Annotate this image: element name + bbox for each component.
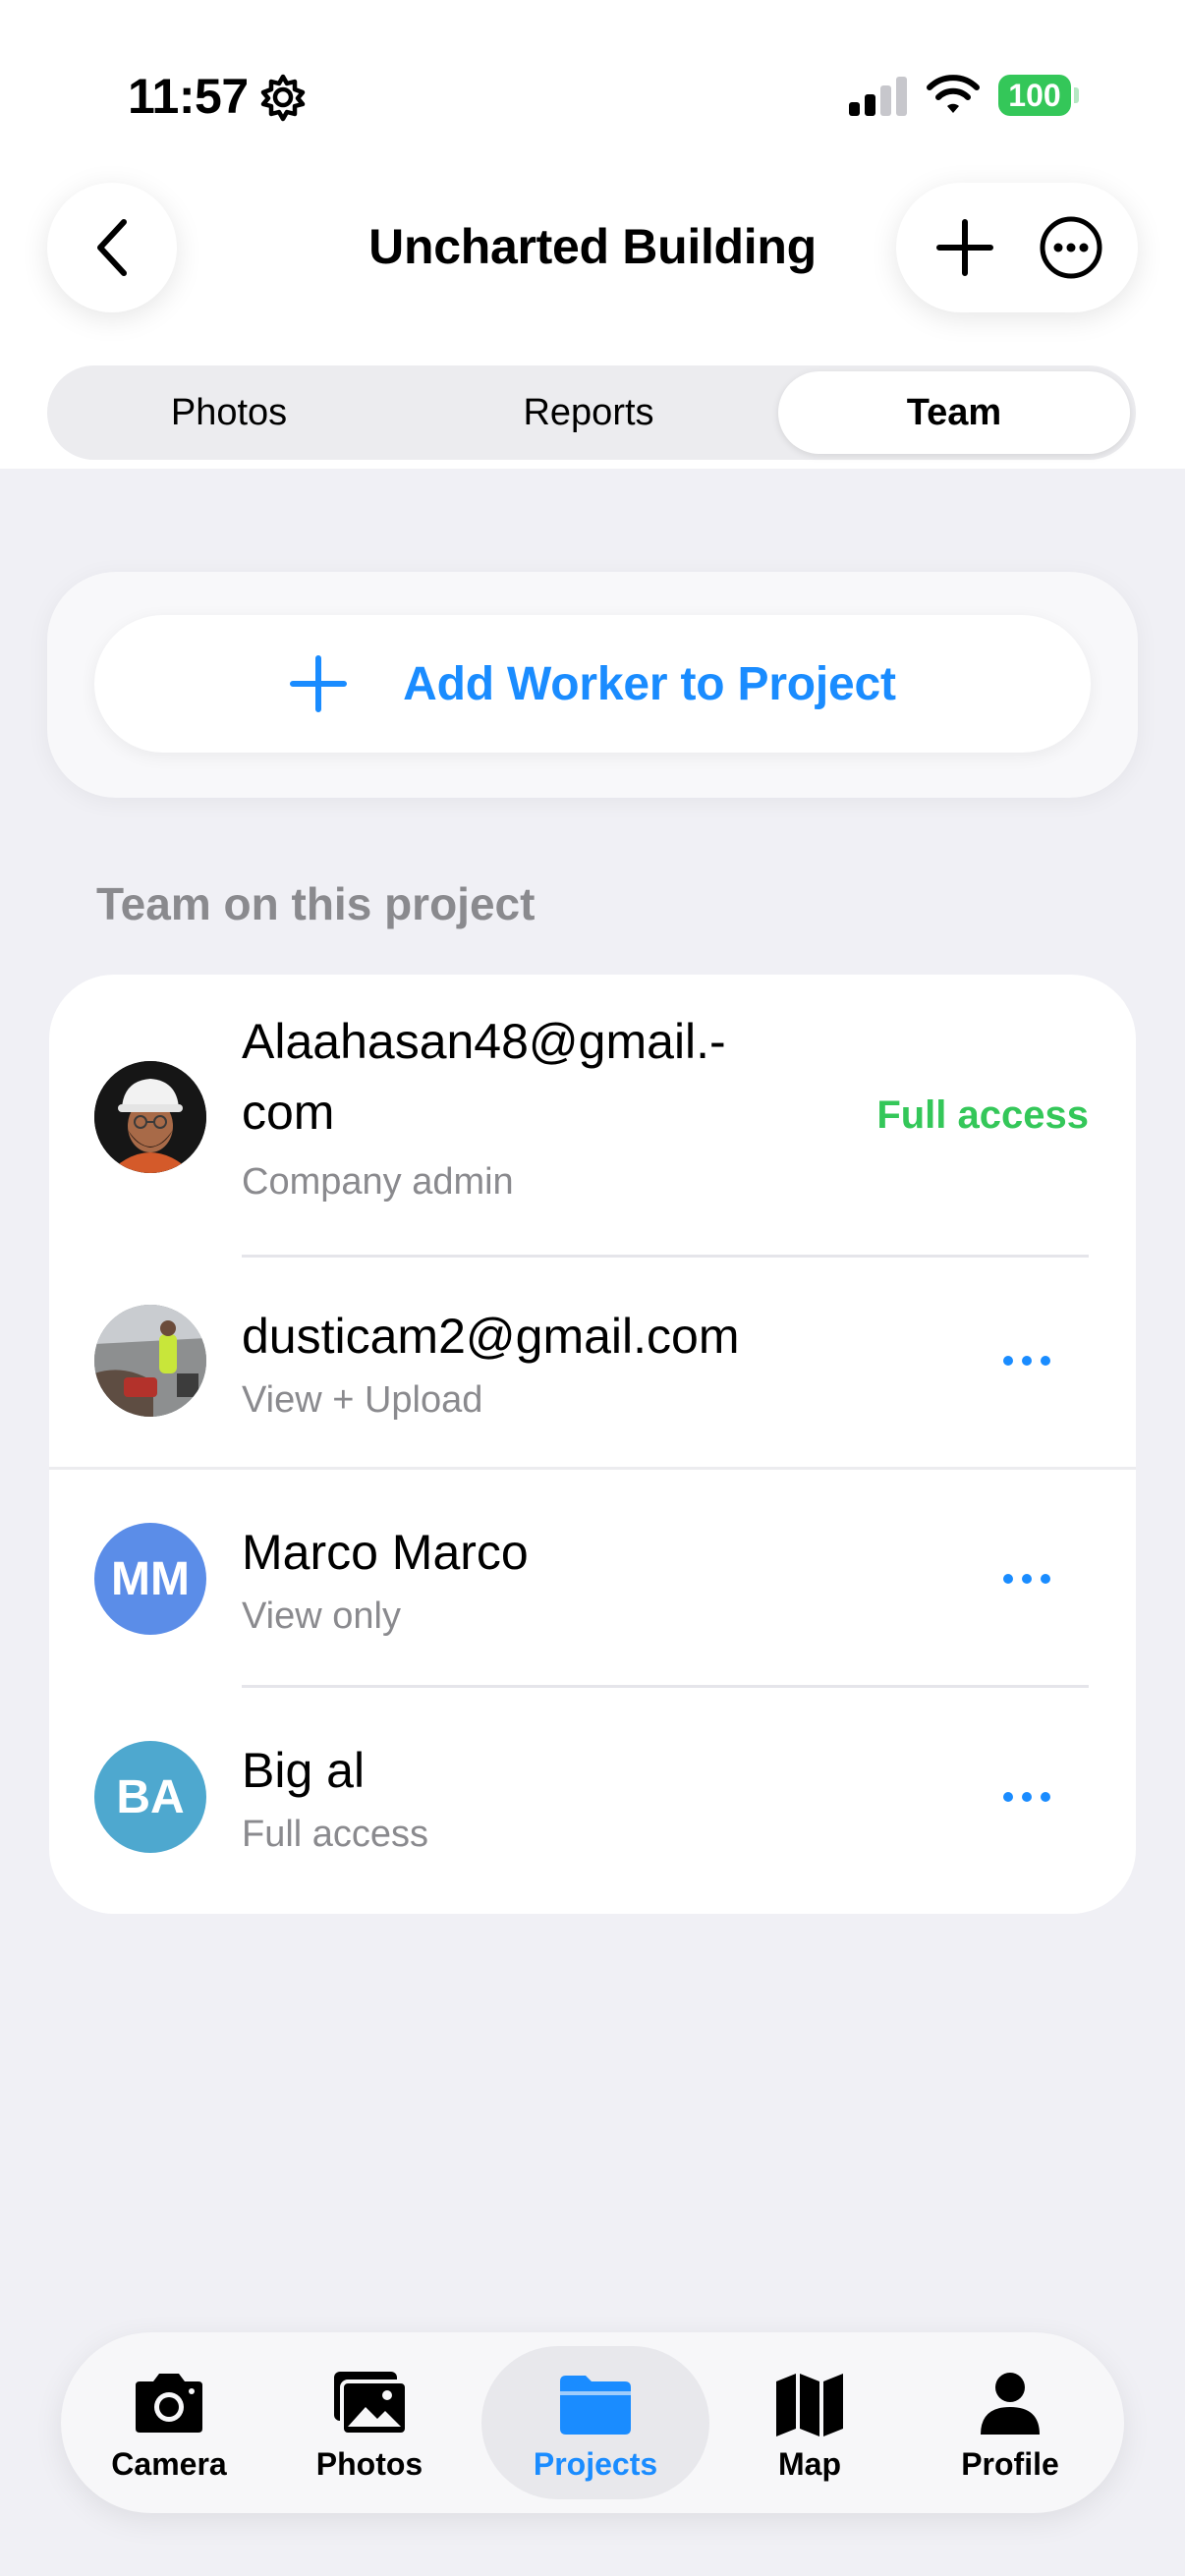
back-button[interactable] <box>47 183 177 312</box>
battery-level: 100 <box>998 75 1071 116</box>
member-name: Alaahasan48@gmail.- <box>242 1014 726 1069</box>
more-options-button[interactable] <box>1022 198 1120 297</box>
tab-team[interactable]: Team <box>778 371 1130 454</box>
photos-icon <box>334 2372 409 2436</box>
member-role: Full access <box>242 1814 429 1855</box>
add-worker-label: Add Worker to Project <box>403 657 896 710</box>
member-name: Big al <box>242 1743 366 1798</box>
signal-icon <box>849 77 907 116</box>
header-actions <box>896 183 1138 312</box>
team-list: Alaahasan48@gmail.- com Company admin Fu… <box>49 975 1136 1914</box>
tabbar-label: Camera <box>111 2446 227 2482</box>
team-member-row[interactable]: dusticam2@gmail.com View + Upload <box>49 1258 1136 1470</box>
chevron-left-icon <box>97 219 127 276</box>
member-options-button[interactable] <box>992 1336 1061 1385</box>
tabbar-label: Profile <box>961 2446 1059 2482</box>
segmented-control: Photos Reports Team <box>47 365 1136 460</box>
avatar: MM <box>94 1523 206 1635</box>
tabbar-item-camera[interactable]: Camera <box>69 2346 269 2499</box>
avatar-photo <box>94 1061 206 1173</box>
ellipsis-icon <box>1003 1792 1050 1802</box>
member-role: View only <box>242 1596 401 1637</box>
tabbar-label: Photos <box>315 2446 423 2482</box>
avatar <box>94 1061 206 1173</box>
map-icon <box>776 2374 843 2436</box>
plus-icon <box>290 655 348 712</box>
divider <box>49 1467 1136 1470</box>
tab-bar: Camera Photos Projects Map Profile <box>61 2332 1124 2513</box>
divider <box>242 1685 1089 1688</box>
tabbar-label: Map <box>778 2446 841 2482</box>
team-member-row[interactable]: MM Marco Marco View only <box>49 1478 1136 1688</box>
tabbar-item-projects[interactable]: Projects <box>481 2346 709 2499</box>
avatar: BA <box>94 1741 206 1853</box>
header-area: 11:57 100 Uncharted Building Photos Repo… <box>0 0 1185 469</box>
add-worker-card: Add Worker to Project <box>47 572 1138 798</box>
avatar-photo <box>94 1305 206 1417</box>
team-member-row[interactable]: BA Big al Full access <box>49 1696 1136 1914</box>
tabbar-item-profile[interactable]: Profile <box>910 2346 1110 2499</box>
gear-icon <box>260 74 306 122</box>
tabbar-item-map[interactable]: Map <box>709 2346 910 2499</box>
status-time: 11:57 <box>128 69 249 124</box>
add-button[interactable] <box>916 198 1014 297</box>
tab-reports[interactable]: Reports <box>413 371 764 454</box>
ellipsis-icon <box>1003 1356 1050 1366</box>
member-role: Company admin <box>242 1161 514 1203</box>
ellipsis-icon <box>1003 1574 1050 1584</box>
camera-icon <box>136 2374 202 2433</box>
plus-icon <box>936 219 993 276</box>
battery-indicator: 100 <box>998 75 1079 116</box>
member-role: View + Upload <box>242 1379 483 1421</box>
member-options-button[interactable] <box>992 1772 1061 1821</box>
member-name: dusticam2@gmail.com <box>242 1309 740 1364</box>
tab-photos[interactable]: Photos <box>53 371 405 454</box>
access-badge: Full access <box>876 1093 1089 1137</box>
wifi-icon <box>927 75 980 113</box>
tabbar-label: Projects <box>533 2446 658 2482</box>
add-worker-button[interactable]: Add Worker to Project <box>94 615 1091 753</box>
folder-icon <box>560 2376 631 2435</box>
avatar <box>94 1305 206 1417</box>
member-name: Marco Marco <box>242 1525 529 1580</box>
member-options-button[interactable] <box>992 1554 1061 1603</box>
person-icon <box>981 2373 1040 2435</box>
page-title: Uncharted Building <box>368 219 817 274</box>
team-member-row[interactable]: Alaahasan48@gmail.- com Company admin Fu… <box>49 975 1136 1258</box>
section-title: Team on this project <box>96 878 536 929</box>
tabbar-item-photos[interactable]: Photos <box>269 2346 470 2499</box>
ellipsis-circle-icon <box>1040 216 1102 279</box>
battery-cap <box>1074 87 1079 103</box>
member-name-continued: com <box>242 1085 335 1140</box>
